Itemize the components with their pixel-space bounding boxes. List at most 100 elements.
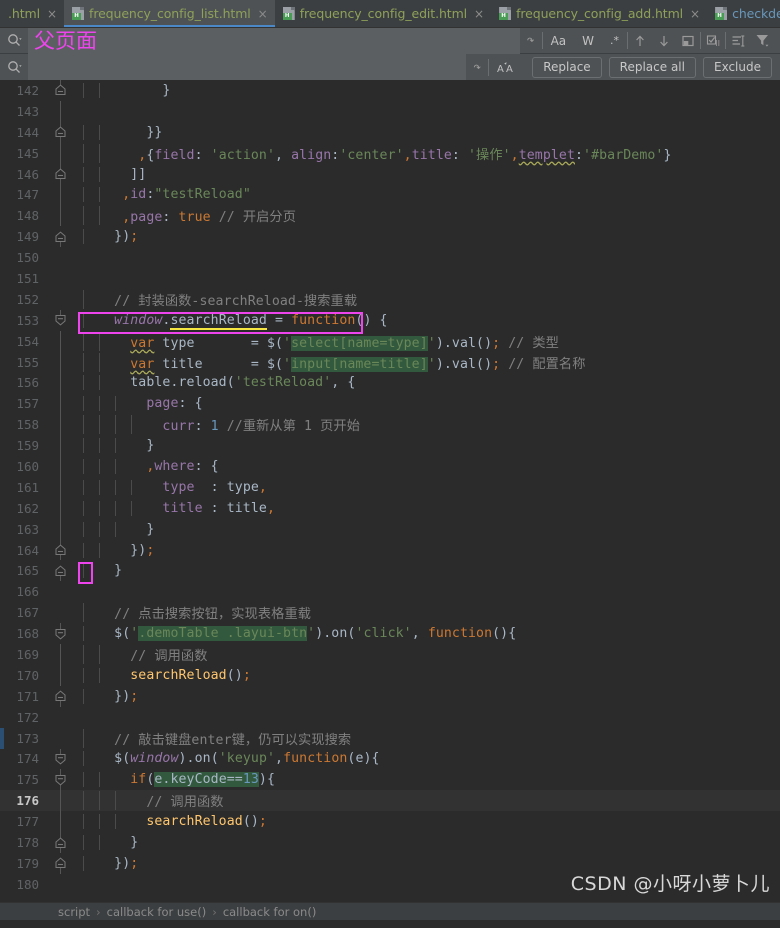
code-line[interactable]: 149 }); bbox=[0, 226, 780, 248]
close-icon[interactable]: × bbox=[258, 7, 268, 21]
find-next-icon[interactable] bbox=[652, 28, 676, 54]
fold-gutter[interactable] bbox=[48, 518, 74, 540]
fold-gutter[interactable] bbox=[48, 100, 74, 122]
code-line[interactable]: 172 bbox=[0, 707, 780, 728]
fold-gutter[interactable] bbox=[48, 121, 74, 143]
fold-gutter[interactable] bbox=[48, 309, 74, 331]
fold-toggle-icon[interactable] bbox=[54, 836, 67, 849]
code-line[interactable]: 177 searchReload(); bbox=[0, 811, 780, 833]
code-line[interactable]: 169 // 调用函数 bbox=[0, 644, 780, 665]
code-line[interactable]: 147 ,id:"testReload" bbox=[0, 184, 780, 206]
code-line[interactable]: 152 // 封装函数-searchReload-搜索重载 bbox=[0, 289, 780, 310]
breadcrumb-item[interactable]: script bbox=[58, 905, 90, 919]
fold-toggle-icon[interactable] bbox=[54, 126, 67, 139]
fold-toggle-icon[interactable] bbox=[54, 690, 67, 703]
fold-gutter[interactable] bbox=[48, 268, 74, 289]
replace-search-icon[interactable] bbox=[0, 54, 28, 80]
breadcrumb-item[interactable]: callback for on() bbox=[223, 905, 317, 919]
fold-gutter[interactable] bbox=[48, 330, 74, 352]
fold-gutter[interactable] bbox=[48, 707, 74, 728]
code-line[interactable]: 153 window.searchReload = function() { bbox=[0, 309, 780, 334]
fold-toggle-icon[interactable] bbox=[54, 773, 67, 786]
fold-gutter[interactable] bbox=[48, 769, 74, 791]
editor-tab-2[interactable]: Hfrequency_config_edit.html × bbox=[275, 0, 491, 27]
fold-toggle-icon[interactable] bbox=[54, 168, 67, 181]
code-line[interactable]: 175 if(e.keyCode==13){ bbox=[0, 769, 780, 791]
fold-gutter[interactable] bbox=[48, 289, 74, 310]
replace-wrap-around-icon[interactable]: ↷ bbox=[466, 60, 488, 75]
fold-toggle-icon[interactable] bbox=[54, 84, 67, 97]
fold-gutter[interactable] bbox=[48, 602, 74, 623]
fold-toggle-icon[interactable] bbox=[54, 230, 67, 243]
code-line[interactable]: 146 ]] bbox=[0, 163, 780, 185]
select-all-occurrences-icon[interactable] bbox=[676, 28, 700, 54]
regex-option[interactable]: .* bbox=[602, 28, 627, 54]
fold-gutter[interactable] bbox=[48, 539, 74, 561]
fold-gutter[interactable] bbox=[48, 393, 74, 415]
fold-gutter[interactable] bbox=[48, 728, 74, 749]
code-line[interactable]: 164 }); bbox=[0, 539, 780, 561]
replace-button[interactable]: Replace bbox=[532, 56, 602, 78]
code-line[interactable]: 145 ,{field: 'action', align:'center',ti… bbox=[0, 142, 780, 164]
code-line[interactable]: 142 } bbox=[0, 80, 780, 101]
code-line[interactable]: 157 page: { bbox=[0, 393, 780, 415]
find-input[interactable]: 父页面 bbox=[28, 27, 520, 54]
preserve-case-icon[interactable]: A A bbox=[489, 54, 522, 80]
fold-gutter[interactable] bbox=[48, 142, 74, 164]
code-line[interactable]: 159 } bbox=[0, 435, 780, 457]
close-icon[interactable]: × bbox=[474, 7, 484, 21]
fold-gutter[interactable] bbox=[48, 623, 74, 644]
fold-toggle-icon[interactable] bbox=[54, 314, 67, 327]
fold-gutter[interactable] bbox=[48, 414, 74, 436]
code-line[interactable]: 151 bbox=[0, 268, 780, 289]
fold-gutter[interactable] bbox=[48, 476, 74, 498]
code-line[interactable]: 173 // 敲击键盘enter键，仍可以实现搜索 bbox=[0, 727, 780, 749]
filter-icon[interactable] bbox=[750, 28, 774, 54]
fold-gutter[interactable] bbox=[48, 748, 74, 770]
in-comments-icon[interactable] bbox=[726, 28, 750, 54]
find-previous-icon[interactable] bbox=[628, 28, 652, 54]
breadcrumb-item[interactable]: callback for use() bbox=[107, 905, 207, 919]
fold-gutter[interactable] bbox=[48, 163, 74, 185]
close-icon[interactable]: × bbox=[47, 7, 57, 21]
fold-toggle-icon[interactable] bbox=[54, 564, 67, 577]
code-line[interactable]: 171 }); bbox=[0, 686, 780, 707]
editor-tab-1[interactable]: Hfrequency_config_list.html × bbox=[64, 0, 275, 27]
match-case-option[interactable]: Aa bbox=[543, 28, 575, 54]
fold-toggle-icon[interactable] bbox=[54, 627, 67, 640]
fold-toggle-icon[interactable] bbox=[54, 857, 67, 870]
in-selection-icon[interactable] bbox=[701, 28, 725, 54]
code-line[interactable]: 160 ,where: { bbox=[0, 456, 780, 477]
code-line[interactable]: 170 searchReload(); bbox=[0, 664, 780, 686]
code-line[interactable]: 144 }} bbox=[0, 121, 780, 143]
search-icon[interactable] bbox=[0, 28, 28, 54]
fold-toggle-icon[interactable] bbox=[54, 752, 67, 765]
fold-gutter[interactable] bbox=[48, 644, 74, 665]
code-line[interactable]: 155 var title = $('input[name=title]').v… bbox=[0, 351, 780, 373]
fold-gutter[interactable] bbox=[48, 832, 74, 853]
code-line[interactable]: 163 } bbox=[0, 518, 780, 540]
fold-gutter[interactable] bbox=[48, 853, 74, 874]
fold-gutter[interactable] bbox=[48, 811, 74, 833]
code-line[interactable]: 148 ,page: true // 开启分页 bbox=[0, 205, 780, 227]
fold-gutter[interactable] bbox=[48, 874, 74, 895]
find-wrap-around-icon[interactable]: ↷ bbox=[520, 33, 542, 48]
code-line[interactable]: 168 $('.demoTable .layui-btn').on('click… bbox=[0, 623, 780, 644]
code-line[interactable]: 143 bbox=[0, 100, 780, 122]
code-line[interactable]: 166 bbox=[0, 581, 780, 602]
code-editor[interactable]: 142 } 143 144 }} 145 ,{field: 'action', ali… bbox=[0, 80, 780, 920]
fold-gutter[interactable] bbox=[48, 686, 74, 707]
fold-gutter[interactable] bbox=[48, 247, 74, 268]
code-line[interactable]: 158 curr: 1 //重新从第 1 页开始 bbox=[0, 414, 780, 436]
fold-gutter[interactable] bbox=[48, 581, 74, 602]
fold-gutter[interactable] bbox=[48, 664, 74, 686]
replace-all-button[interactable]: Replace all bbox=[608, 56, 696, 78]
fold-gutter[interactable] bbox=[48, 351, 74, 373]
code-line[interactable]: 178 } bbox=[0, 832, 780, 853]
editor-tab-0[interactable]: .html × bbox=[0, 0, 64, 27]
fold-gutter[interactable] bbox=[48, 184, 74, 206]
code-line[interactable]: 165 } bbox=[0, 560, 780, 585]
fold-gutter[interactable] bbox=[48, 205, 74, 227]
code-line[interactable]: 161 type : type, bbox=[0, 476, 780, 498]
fold-gutter[interactable] bbox=[48, 435, 74, 457]
